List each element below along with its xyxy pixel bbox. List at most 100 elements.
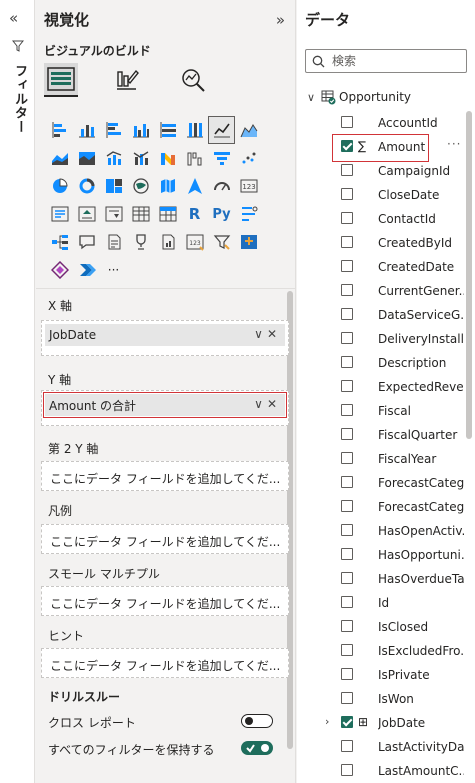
key-influencers-icon[interactable] xyxy=(235,200,262,228)
smart-narrative-icon[interactable] xyxy=(100,228,127,256)
field-checkbox[interactable] xyxy=(341,548,353,560)
format-visual-tab[interactable] xyxy=(110,63,144,97)
field-row[interactable]: LastAmountC... xyxy=(297,759,469,783)
field-row[interactable]: CreatedById xyxy=(297,231,469,255)
slicer-icon[interactable] xyxy=(100,200,127,228)
collapse-icon[interactable]: « xyxy=(9,9,18,27)
treemap-icon[interactable] xyxy=(100,172,127,200)
field-row[interactable]: ContactId xyxy=(297,207,469,231)
cross-report-toggle[interactable] xyxy=(241,714,273,728)
power-apps-icon[interactable] xyxy=(46,256,73,284)
goals-trophy-icon[interactable] xyxy=(127,228,154,256)
area-chart-icon[interactable] xyxy=(235,116,262,144)
field-checkbox[interactable] xyxy=(341,668,353,680)
decomposition-tree-icon[interactable] xyxy=(46,228,73,256)
field-row[interactable]: CurrentGener... xyxy=(297,279,469,303)
field-row[interactable]: DataServiceG... xyxy=(297,303,469,327)
card-icon[interactable]: 123 xyxy=(235,172,262,200)
field-checkbox[interactable] xyxy=(341,500,353,512)
pie-chart-icon[interactable] xyxy=(46,172,73,200)
field-checkbox[interactable] xyxy=(341,116,353,128)
100-stacked-column-icon[interactable] xyxy=(181,116,208,144)
field-row[interactable]: CampaignId xyxy=(297,159,469,183)
field-checkbox[interactable] xyxy=(341,524,353,536)
field-checkbox[interactable] xyxy=(341,332,353,344)
field-checkbox[interactable] xyxy=(341,260,353,272)
chevron-down-icon[interactable]: ∨ xyxy=(307,91,321,104)
field-row[interactable]: IsExcludedFro... xyxy=(297,639,469,663)
field-row[interactable]: IsPrivate xyxy=(297,663,469,687)
field-row[interactable]: Description xyxy=(297,351,469,375)
field-checkbox[interactable] xyxy=(341,620,353,632)
kpi-icon[interactable] xyxy=(73,200,100,228)
field-checkbox[interactable] xyxy=(341,692,353,704)
more-options-icon[interactable]: ··· xyxy=(447,137,461,151)
remove-x-icon[interactable]: ✕ xyxy=(267,397,281,411)
field-row[interactable]: Id xyxy=(297,591,469,615)
field-row[interactable]: CreatedDate xyxy=(297,255,469,279)
power-apps-card-icon[interactable]: 123 xyxy=(181,228,208,256)
field-row[interactable]: AccountId xyxy=(297,111,469,135)
field-checkbox[interactable] xyxy=(341,644,353,656)
ribbon-chart-icon[interactable] xyxy=(154,144,181,172)
field-checkbox[interactable] xyxy=(341,356,353,368)
tooltip-well[interactable]: ここにデータ フィールドを追加してくだ... xyxy=(41,648,289,678)
line-clustered-column-icon[interactable] xyxy=(100,144,127,172)
field-row[interactable]: HasOpportuni... xyxy=(297,543,469,567)
field-checkbox[interactable] xyxy=(341,140,353,152)
custom-visual-icon[interactable] xyxy=(235,228,262,256)
analytics-tab[interactable] xyxy=(176,63,210,97)
field-row[interactable]: DeliveryInstall... xyxy=(297,327,469,351)
field-row[interactable]: ExpectedReve... xyxy=(297,375,469,399)
field-row[interactable]: IsWon xyxy=(297,687,469,711)
chip-actions[interactable]: ∨✕ xyxy=(254,397,281,411)
stacked-column-chart-icon[interactable] xyxy=(73,116,100,144)
field-row[interactable]: ForecastCateg... xyxy=(297,471,469,495)
field-row[interactable]: HasOpenActiv... xyxy=(297,519,469,543)
chevron-down-icon[interactable]: ∨ xyxy=(254,327,267,341)
r-visual-icon[interactable]: R xyxy=(181,200,208,228)
field-checkbox[interactable] xyxy=(341,716,353,728)
y-axis-field-chip[interactable]: Amount の合計 ∨✕ xyxy=(43,392,287,418)
field-row[interactable]: CloseDate xyxy=(297,183,469,207)
x-axis-well[interactable]: JobDate ∨✕ xyxy=(41,320,289,356)
field-checkbox[interactable] xyxy=(341,188,353,200)
field-row[interactable]: FiscalYear xyxy=(297,447,469,471)
keep-filters-toggle[interactable] xyxy=(241,741,273,755)
legend-well[interactable]: ここにデータ フィールドを追加してくだ... xyxy=(41,524,289,554)
x-axis-field-chip[interactable]: JobDate ∨✕ xyxy=(45,324,285,346)
y-axis-well[interactable]: Amount の合計 ∨✕ xyxy=(41,390,289,426)
field-checkbox[interactable] xyxy=(341,740,353,752)
remove-x-icon[interactable]: ✕ xyxy=(267,327,281,341)
field-checkbox[interactable] xyxy=(341,452,353,464)
data-search-box[interactable] xyxy=(305,49,467,73)
field-checkbox[interactable] xyxy=(341,572,353,584)
field-row[interactable]: ForecastCateg... xyxy=(297,495,469,519)
field-checkbox[interactable] xyxy=(341,236,353,248)
build-visual-tab[interactable] xyxy=(44,63,78,97)
power-automate-flow-icon[interactable] xyxy=(73,256,100,284)
map-icon[interactable] xyxy=(127,172,154,200)
100-stacked-area-icon[interactable] xyxy=(73,144,100,172)
field-checkbox[interactable] xyxy=(341,284,353,296)
matrix-icon[interactable] xyxy=(154,200,181,228)
field-row[interactable]: IsClosed xyxy=(297,615,469,639)
field-row[interactable]: HasOverdueTa... xyxy=(297,567,469,591)
chip-actions[interactable]: ∨✕ xyxy=(254,327,281,341)
filter-pane-collapsed[interactable]: « フィルター xyxy=(0,0,35,783)
python-visual-icon[interactable]: Py xyxy=(208,200,235,228)
gauge-icon[interactable] xyxy=(208,172,235,200)
secondary-y-axis-well[interactable]: ここにデータ フィールドを追加してくだ... xyxy=(41,461,289,491)
paginated-report-icon[interactable] xyxy=(154,228,181,256)
more-visuals-button[interactable]: ··· xyxy=(100,256,127,284)
chevron-down-icon[interactable]: ∨ xyxy=(254,397,267,411)
field-checkbox[interactable] xyxy=(341,164,353,176)
field-list-scrollbar[interactable] xyxy=(466,111,472,439)
field-wells-scrollbar[interactable] xyxy=(287,291,293,749)
stacked-area-chart-icon[interactable] xyxy=(46,144,73,172)
search-input[interactable] xyxy=(332,52,462,70)
field-checkbox[interactable] xyxy=(341,404,353,416)
clustered-bar-chart-icon[interactable] xyxy=(100,116,127,144)
stacked-bar-chart-icon[interactable] xyxy=(46,116,73,144)
field-checkbox[interactable] xyxy=(341,212,353,224)
